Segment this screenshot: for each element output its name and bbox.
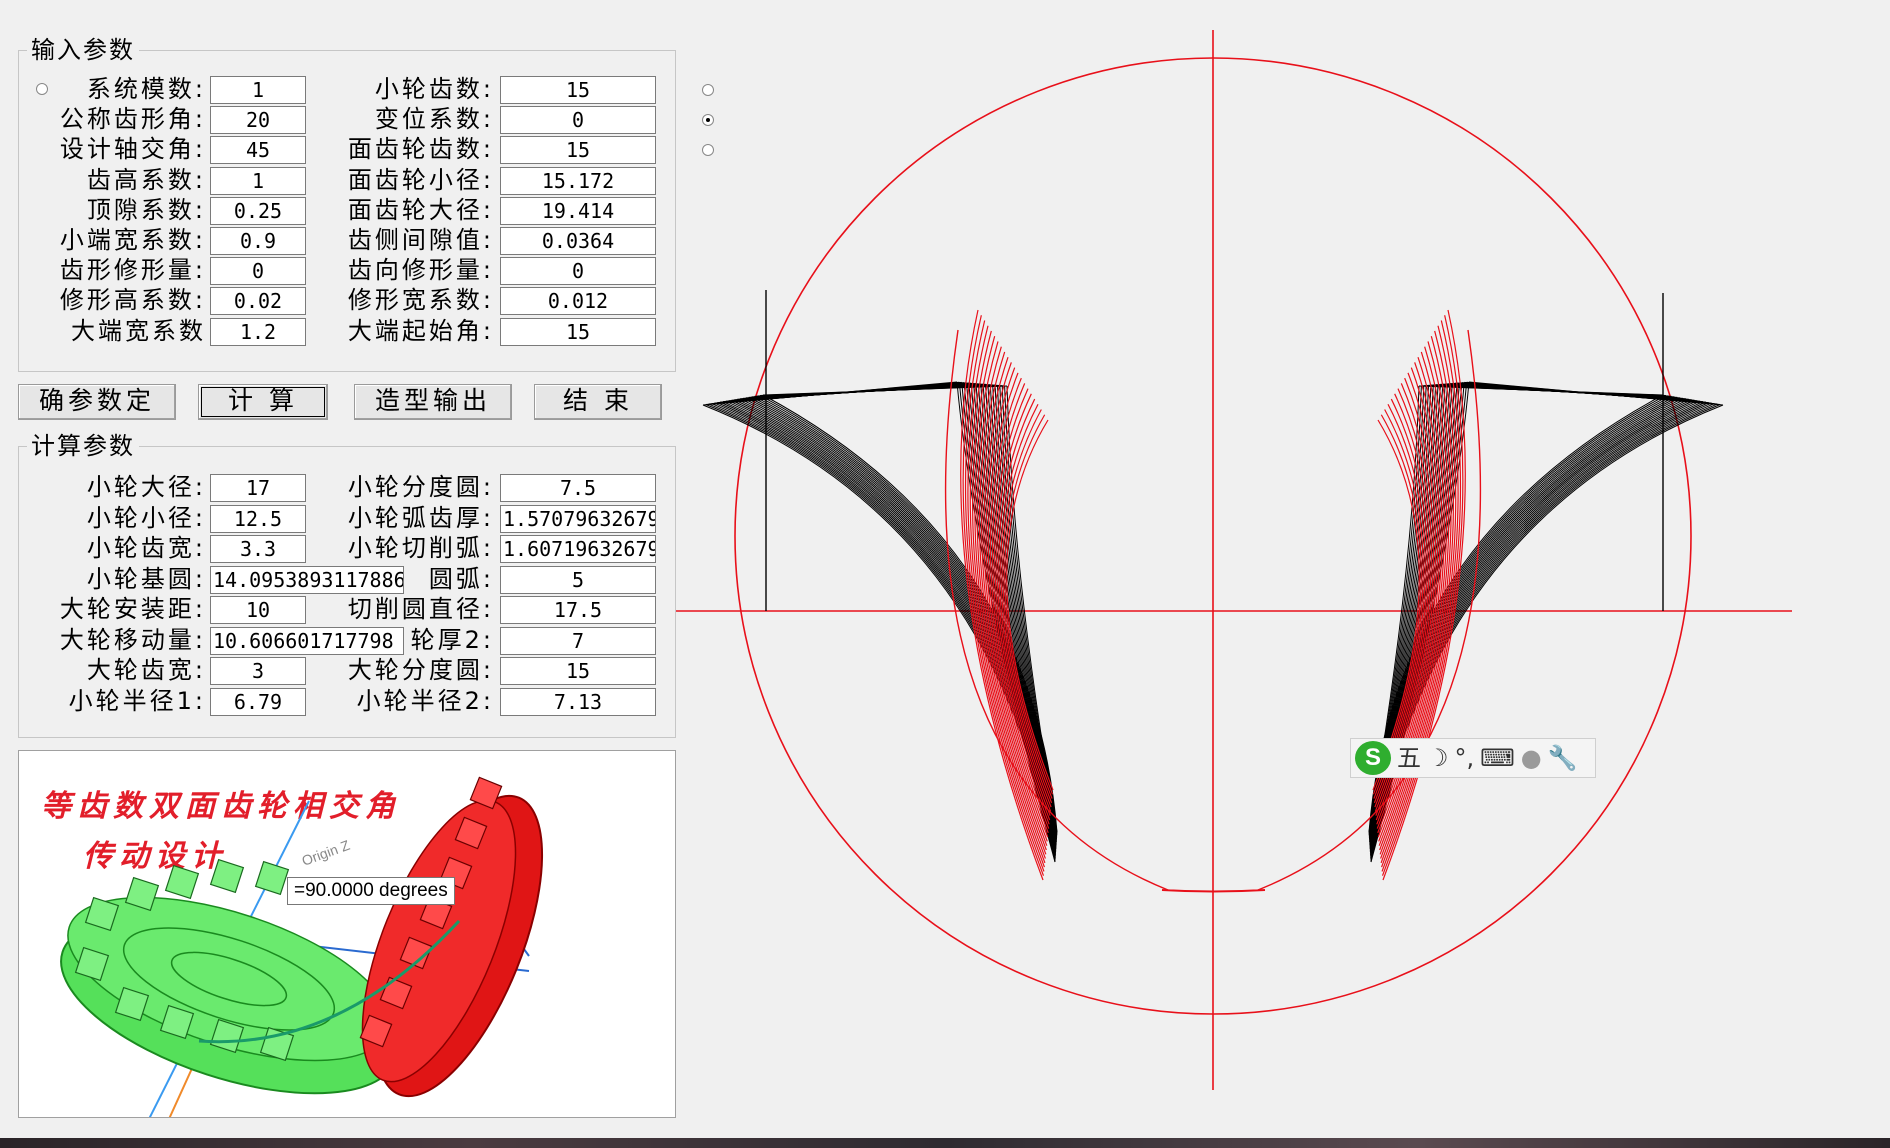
calc-param-label: 小轮半径2: — [356, 686, 494, 715]
module-radio[interactable] — [36, 83, 48, 95]
calc-param-field[interactable]: 10 — [210, 596, 306, 624]
input-param-label: 公称齿形角: — [59, 105, 206, 134]
calc-param-field[interactable]: 10.606601717798 — [210, 626, 404, 655]
input-param-field[interactable]: 1 — [210, 76, 306, 104]
calc-params-legend: 计算参数 — [31, 432, 135, 460]
input-param-field[interactable]: 0.25 — [210, 196, 306, 225]
input-param-label: 齿侧间隙值: — [347, 226, 494, 254]
input-param-label: 顶隙系数: — [86, 195, 206, 224]
input-param-label: 设计轴交角: — [59, 135, 206, 164]
gear-model-preview: 等齿数双面齿轮相交角 传动设计 Origin Z =90.0000 degree… — [18, 750, 676, 1118]
calc-param-field[interactable]: 14.0953893117886 — [210, 565, 404, 594]
user-icon[interactable]: ● — [1521, 743, 1542, 773]
input-param-label: 小轮齿数: — [374, 75, 494, 103]
calc-param-field[interactable]: 1.6071963267949 — [500, 535, 656, 563]
input-param-field[interactable]: 15 — [500, 76, 656, 104]
calc-param-field[interactable]: 6.79 — [210, 687, 306, 716]
input-param-label: 面齿轮大径: — [347, 195, 494, 224]
input-param-field[interactable]: 0.9 — [210, 227, 306, 255]
calc-param-label: 小轮分度圆: — [347, 473, 494, 501]
input-param-field[interactable]: 0 — [210, 257, 306, 286]
calc-param-label: 大轮安装距: — [59, 595, 206, 623]
input-param-label: 变位系数: — [374, 105, 494, 134]
ime-mode-wubi[interactable]: 五 — [1397, 743, 1421, 773]
ime-logo-icon[interactable]: S — [1355, 741, 1391, 775]
calc-param-field[interactable]: 12.5 — [210, 504, 306, 533]
calc-param-label: 小轮基圆: — [86, 564, 206, 593]
input-param-field[interactable]: 19.414 — [500, 196, 656, 225]
confirm-params-button[interactable]: 确参数定 — [18, 384, 176, 420]
calc-param-label: 小轮齿宽: — [86, 534, 206, 562]
calc-param-field[interactable]: 3 — [210, 657, 306, 685]
calc-param-label: 圆弧: — [428, 564, 494, 593]
calc-param-label: 大轮齿宽: — [86, 656, 206, 684]
input-param-label: 修形高系数: — [59, 286, 206, 315]
taskbar-strip — [0, 1138, 1890, 1148]
input-params-legend: 输入参数 — [31, 36, 135, 64]
calc-param-label: 大轮移动量: — [59, 625, 206, 654]
calc-param-label: 小轮小径: — [86, 503, 206, 532]
calc-param-label: 大轮分度圆: — [347, 656, 494, 684]
angle-tooltip: =90.0000 degrees — [287, 877, 455, 905]
input-param-field[interactable]: 15.172 — [500, 166, 656, 195]
calc-param-field[interactable]: 17 — [210, 474, 306, 502]
calc-param-label: 小轮半径1: — [68, 686, 206, 715]
input-param-label: 小端宽系数: — [59, 226, 206, 254]
input-param-label: 面齿轮小径: — [347, 165, 494, 194]
calc-param-field[interactable]: 7 — [500, 626, 656, 655]
svg-text:Origin Z: Origin Z — [300, 837, 353, 869]
calc-param-label: 小轮弧齿厚: — [347, 503, 494, 532]
input-param-field[interactable]: 0.0364 — [500, 227, 656, 255]
input-param-field[interactable]: 0 — [500, 257, 656, 286]
calc-param-label: 轮厚2: — [410, 625, 494, 654]
input-param-field[interactable]: 0 — [500, 106, 656, 135]
input-param-label: 齿形修形量: — [59, 256, 206, 285]
calc-param-label: 切削圆直径: — [347, 595, 494, 623]
calc-param-field[interactable]: 7.13 — [500, 687, 656, 716]
gear-profile-drawing — [676, 30, 1792, 1090]
input-param-field[interactable]: 1.2 — [210, 317, 306, 346]
calc-param-field[interactable]: 3.3 — [210, 535, 306, 563]
input-param-field[interactable]: 15 — [500, 317, 656, 346]
calc-param-field[interactable]: 17.5 — [500, 596, 656, 624]
input-param-field[interactable]: 20 — [210, 106, 306, 135]
calc-param-label: 小轮切削弧: — [347, 534, 494, 562]
calc-param-field[interactable]: 1.5707963267949 — [500, 504, 656, 533]
input-param-label: 大端起始角: — [347, 316, 494, 345]
tooth-generator-line — [762, 385, 1008, 396]
ime-toolbar[interactable]: S 五 ☽ °, ⌨ ● 🔧 — [1350, 738, 1596, 778]
gear-3d-render: Origin Z — [60, 776, 544, 1117]
input-param-label: 齿向修形量: — [347, 256, 494, 285]
input-param-label: 修形宽系数: — [347, 286, 494, 315]
keyboard-icon[interactable]: ⌨ — [1480, 743, 1515, 773]
input-param-label: 面齿轮齿数: — [347, 135, 494, 164]
moon-icon[interactable]: ☽ — [1427, 743, 1449, 773]
input-param-label: 大端宽系数 — [71, 316, 206, 345]
input-param-field[interactable]: 0.012 — [500, 287, 656, 316]
input-param-label: 齿高系数: — [86, 165, 206, 194]
input-param-field[interactable]: 1 — [210, 166, 306, 195]
export-model-button[interactable]: 造型输出 — [354, 384, 512, 420]
calc-param-label: 小轮大径: — [86, 473, 206, 501]
punctuation-icon[interactable]: °, — [1455, 743, 1475, 773]
calc-param-field[interactable]: 15 — [500, 657, 656, 685]
wrench-icon[interactable]: 🔧 — [1548, 743, 1578, 773]
calc-param-field[interactable]: 5 — [500, 565, 656, 594]
finish-button[interactable]: 结 束 — [534, 384, 662, 420]
calc-param-field[interactable]: 7.5 — [500, 474, 656, 502]
input-param-field[interactable]: 15 — [500, 136, 656, 165]
compute-button[interactable]: 计 算 — [198, 384, 328, 420]
input-param-label: 系统模数: — [86, 75, 206, 103]
input-param-field[interactable]: 45 — [210, 136, 306, 165]
input-param-field[interactable]: 0.02 — [210, 287, 306, 316]
tooth-generator-line — [1418, 385, 1664, 396]
